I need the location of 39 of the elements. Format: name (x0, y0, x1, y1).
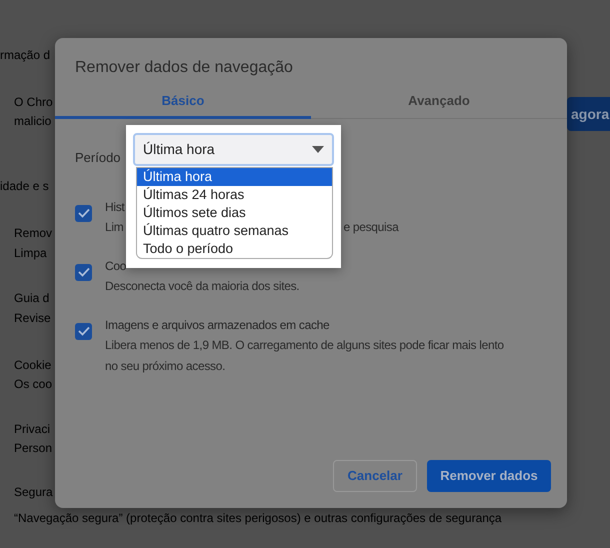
remove-data-button[interactable]: Remover dados (427, 460, 551, 492)
setting-title[interactable]: Segura (14, 483, 53, 501)
option-description: Desconecta você da maioria dos sites. (105, 278, 300, 294)
period-select[interactable]: Última hora (133, 133, 334, 166)
setting-title[interactable]: Privaci (14, 420, 50, 438)
checkbox[interactable] (75, 264, 92, 280)
option-title: Imagens e arquivos armazenados em cache (105, 316, 330, 334)
option-description: e pesquisa (343, 218, 398, 236)
checkbox[interactable] (75, 204, 92, 222)
checkbox[interactable] (75, 322, 92, 340)
setting-description: Limpa (14, 245, 47, 262)
notice-title: O Chro (14, 94, 53, 111)
section-heading: idade e s (0, 178, 49, 195)
caret-icon (312, 146, 324, 153)
dropdown-option[interactable]: Últimos sete dias (137, 204, 332, 222)
option-description: Libera menos de 1,9 MB. O carregamento de alguns sites pode ficar mais lento no seu próximo acesso. (105, 336, 505, 374)
notice-text: malicio (14, 113, 52, 130)
dropdown-option[interactable]: Todo o período (137, 240, 332, 258)
dropdown-option[interactable]: Última hora (137, 168, 332, 186)
option-title: Coo (105, 258, 126, 274)
section-heading: rmação d (0, 47, 50, 64)
period-label: Período (75, 148, 121, 167)
option-description: Lim (105, 218, 124, 236)
dropdown-option[interactable]: Últimas quatro semanas (137, 222, 332, 240)
cancel-button[interactable]: Cancelar (333, 460, 417, 492)
dropdown-option[interactable]: Últimas 24 horas (137, 186, 332, 204)
setting-title[interactable]: Guia d (14, 289, 50, 307)
setting-title[interactable]: Cookie (14, 356, 52, 374)
setting-description: Os coo (14, 376, 52, 393)
action-button[interactable]: agora (567, 97, 610, 131)
option-title: Hist (105, 198, 124, 216)
setting-description: Revise (14, 310, 51, 327)
setting-description: Person (14, 440, 52, 457)
setting-description: “Navegação segura” (proteção contra sites perigosos) e outras configurações de segurança (14, 510, 502, 527)
setting-title[interactable]: Remov (14, 224, 52, 242)
tab[interactable]: Avançado (311, 88, 567, 118)
select-value: Última hora (143, 140, 215, 159)
tab[interactable]: Básico (55, 88, 311, 118)
dialog-title: Remover dados de navegação (74, 58, 294, 78)
